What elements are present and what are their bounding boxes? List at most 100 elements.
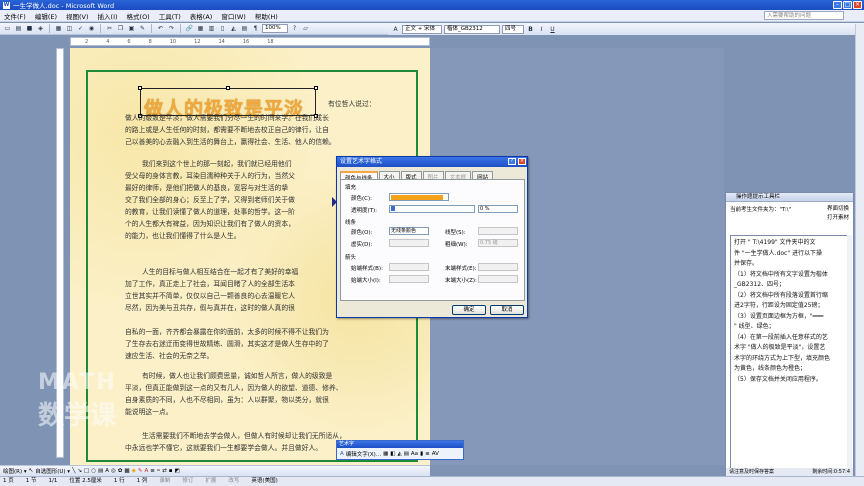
instructions-scrollbar[interactable] [847,235,852,471]
end-size-select[interactable] [478,275,518,283]
vertical-text-icon[interactable]: ▮ [420,451,423,457]
help-icon[interactable]: ? [290,24,299,33]
read-icon[interactable]: ▱ [301,24,310,33]
close-icon[interactable]: × [518,158,526,165]
begin-style-select[interactable] [389,263,429,271]
rectangle-icon[interactable]: □ [84,468,89,474]
format-wordart-dialog[interactable]: 设置艺术字格式 ? × 颜色与线条 大小 版式 图片 文本框 网站 填充 颜色(… [336,156,528,318]
line-style-icon[interactable]: ≡ [150,468,155,474]
arrow-style-icon[interactable]: ⇄ [162,468,167,474]
open-material-button[interactable]: 打开素材 [827,214,849,223]
new-doc-icon[interactable]: ▭ [3,24,12,33]
font-size-select[interactable]: 四号 [502,24,524,34]
dash-select[interactable] [389,239,429,247]
save-icon[interactable]: ■ [25,24,34,33]
horizontal-ruler[interactable]: 2 4 6 8 10 12 14 16 18 [70,37,430,46]
undo-icon[interactable]: ↶ [156,24,165,33]
resize-handle[interactable] [314,86,318,90]
status-extend[interactable]: 扩展 [205,477,216,486]
bold-button[interactable]: B [526,25,535,34]
dash-style-icon[interactable]: ┅ [157,468,160,474]
menu-format[interactable]: 格式(O) [127,11,150,21]
textbox-icon[interactable]: ▤ [98,468,103,474]
open-folder-icon[interactable]: ▤ [14,24,23,33]
menu-table[interactable]: 表格(A) [190,11,213,21]
cut-icon[interactable]: ✂ [105,24,114,33]
minimize-button[interactable]: – [833,1,842,9]
end-style-select[interactable] [478,263,518,271]
menu-tools[interactable]: 工具(T) [159,11,181,21]
spelling-icon[interactable]: ✓ [76,24,85,33]
underline-button[interactable]: U [548,25,557,34]
wordart-gallery-icon[interactable]: ▦ [383,451,388,457]
status-overtype[interactable]: 改写 [228,477,239,486]
menu-window[interactable]: 窗口(W) [221,11,246,21]
excel-icon[interactable]: ▥ [207,24,216,33]
clipart-icon[interactable]: ✿ [118,468,123,474]
format-painter-icon[interactable]: ✎ [138,24,147,33]
styles-pane-icon[interactable]: A [391,25,400,34]
begin-size-select[interactable] [389,275,429,283]
transparency-slider[interactable] [389,205,475,213]
autoshapes-menu[interactable]: 自选图形(U) ▾ [35,467,70,475]
line-color-icon[interactable]: ✎ [138,468,143,474]
wordart-icon[interactable]: A [105,468,109,474]
status-record[interactable]: 录制 [159,477,170,486]
format-wordart-icon[interactable]: ◧ [390,451,395,457]
zoom-select[interactable]: 100% [262,24,288,33]
diagram-icon[interactable]: ◎ [111,468,116,474]
resize-handle[interactable] [226,86,230,90]
text-wrapping-icon[interactable]: ▤ [404,451,409,457]
cancel-button[interactable]: 取消 [490,305,524,315]
edit-text-button[interactable]: 编辑文字(X)... [346,450,381,458]
vertical-scrollbar[interactable] [855,24,864,476]
dialog-title-bar[interactable]: 设置艺术字格式 ? × [337,157,527,167]
table-icon[interactable]: ▦ [196,24,205,33]
fill-color-select[interactable] [389,193,449,201]
menu-view[interactable]: 视图(V) [66,11,89,21]
shadow-icon[interactable]: ▪ [169,468,173,474]
line-color-select[interactable]: 无线条颜色 [389,227,429,235]
help-icon[interactable]: ? [508,158,516,165]
menu-file[interactable]: 文件(F) [4,11,26,21]
status-track[interactable]: 修订 [182,477,193,486]
hyperlink-icon[interactable]: 🔗 [185,24,194,33]
line-style-select[interactable] [478,227,518,235]
alignment-icon[interactable]: ≡ [425,451,430,457]
fill-color-icon[interactable]: ◆ [132,468,136,474]
insert-wordart-icon[interactable]: A [340,451,344,457]
slider-thumb[interactable] [391,206,395,211]
font-color-icon[interactable]: A [144,468,148,474]
show-hide-icon[interactable]: ¶ [251,24,260,33]
paste-icon[interactable]: ▣ [127,24,136,33]
document-map-icon[interactable]: ▤ [240,24,249,33]
same-letter-heights-icon[interactable]: Aa [411,451,418,457]
close-button[interactable]: × [853,1,862,9]
ok-button[interactable]: 确定 [452,305,486,315]
permission-icon[interactable]: ◈ [36,24,45,33]
picture-icon[interactable]: ▩ [124,468,129,474]
arrow-icon[interactable]: ↘ [77,468,82,474]
switch-interface-button[interactable]: 界面切换 [827,205,849,214]
font-select[interactable]: 楷体_GB2312 [444,24,500,34]
columns-icon[interactable]: ▯ [218,24,227,33]
3d-icon[interactable]: ◩ [174,468,179,474]
draw-menu[interactable]: 绘图(R) ▾ [3,467,27,475]
resize-handle[interactable] [138,86,142,90]
italic-button[interactable]: I [537,25,546,34]
help-search-input[interactable]: 入需要帮助的问题 [764,11,844,20]
style-select[interactable]: 正文 + 宋体 [402,24,442,34]
menu-edit[interactable]: 编辑(E) [35,11,57,21]
maximize-button[interactable]: □ [843,1,852,9]
drawing-icon[interactable]: ◭ [229,24,238,33]
print-preview-icon[interactable]: ◫ [65,24,74,33]
weight-input[interactable]: 0.75 磅 [478,239,518,247]
wordart-shape-icon[interactable]: ◭ [397,451,401,457]
copy-icon[interactable]: ❐ [116,24,125,33]
select-objects-icon[interactable]: ↖ [29,468,34,474]
redo-icon[interactable]: ↷ [167,24,176,33]
print-icon[interactable]: ▦ [54,24,63,33]
research-icon[interactable]: ◉ [87,24,96,33]
menu-insert[interactable]: 插入(I) [98,11,118,21]
oval-icon[interactable]: ○ [91,468,96,474]
